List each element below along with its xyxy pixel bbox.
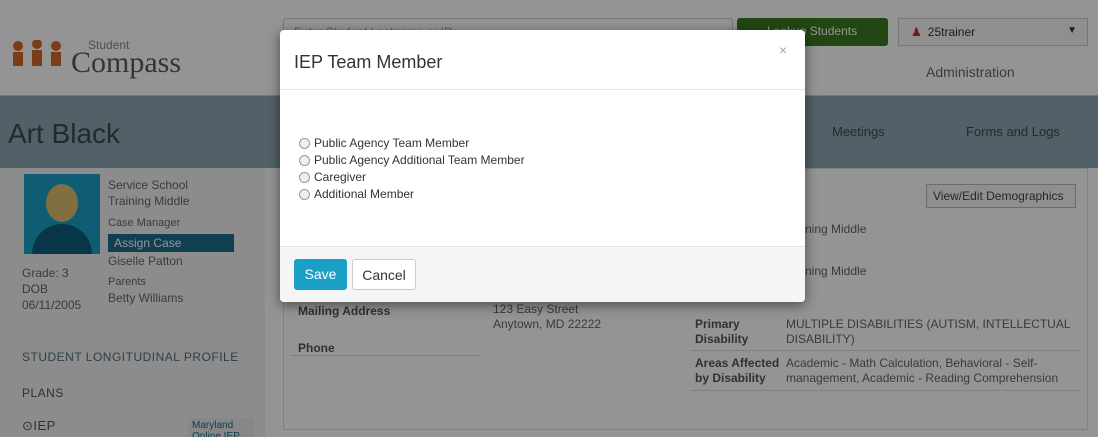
- option-label: Additional Member: [314, 187, 415, 201]
- radio-button[interactable]: [299, 171, 310, 183]
- option-public-agency-additional-team-member[interactable]: Public Agency Additional Team Member: [299, 153, 525, 167]
- save-button[interactable]: Save: [294, 259, 347, 290]
- option-label: Caregiver: [314, 170, 367, 184]
- option-public-agency-team-member[interactable]: Public Agency Team Member: [299, 136, 469, 150]
- option-label: Public Agency Additional Team Member: [314, 153, 525, 167]
- modal-title: IEP Team Member: [294, 52, 443, 72]
- radio-button[interactable]: [299, 137, 310, 149]
- iep-team-member-dialog: IEP Team Member × Public Agency Team Mem…: [280, 30, 805, 302]
- modal-header: IEP Team Member ×: [280, 30, 805, 90]
- option-label: Public Agency Team Member: [314, 136, 470, 150]
- close-icon[interactable]: ×: [779, 42, 787, 58]
- modal-footer: Save Cancel: [280, 246, 805, 302]
- radio-button[interactable]: [299, 188, 310, 200]
- cancel-button[interactable]: Cancel: [352, 259, 416, 290]
- option-additional-member[interactable]: Additional Member: [299, 187, 414, 201]
- option-caregiver[interactable]: Caregiver: [299, 170, 366, 184]
- radio-button[interactable]: [299, 154, 310, 166]
